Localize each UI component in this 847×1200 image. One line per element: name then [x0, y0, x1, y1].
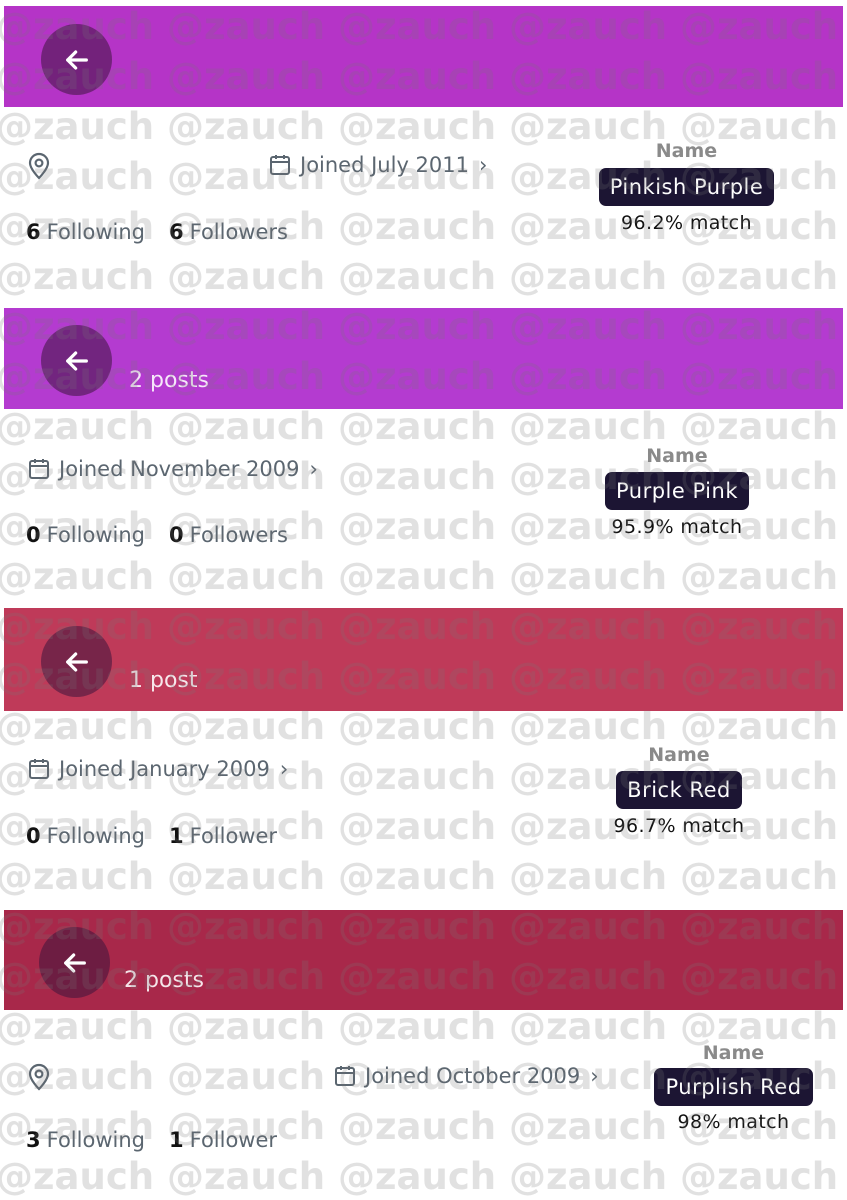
- color-name-card: Name Pinkish Purple 96.2% match: [584, 140, 789, 234]
- profile-body: Joined January 2009 › 0 Following 1 Followe…: [0, 711, 847, 910]
- calendar-icon: [29, 759, 49, 779]
- followers-label: Followers: [189, 523, 288, 547]
- back-button[interactable]: [41, 24, 112, 95]
- arrow-left-icon: [65, 651, 88, 672]
- follow-stats: 0 Following 0 Followers: [26, 523, 288, 547]
- followers-count: 1: [168, 1128, 184, 1152]
- color-name-badge: Purplish Red: [654, 1068, 813, 1106]
- posts-count: 2 posts: [124, 968, 204, 993]
- following-count: 0: [26, 824, 41, 848]
- profile-body: Joined July 2011 › 6 Following 6 Followers …: [0, 107, 847, 306]
- joined-date[interactable]: Joined November 2009 ›: [27, 457, 318, 481]
- color-name-card: Name Brick Red 96.7% match: [590, 744, 768, 837]
- following-label: Following: [46, 824, 145, 848]
- color-name-badge: Brick Red: [616, 771, 742, 809]
- profile-body: Joined November 2009 › 0 Following 0 Follow…: [0, 409, 847, 608]
- match-percent: 96.2% match: [621, 212, 752, 234]
- posts-count: 2 posts: [129, 368, 209, 393]
- following-link[interactable]: 3 Following: [26, 1128, 145, 1152]
- followers-label: Follower: [189, 824, 278, 848]
- following-count: 0: [26, 523, 41, 547]
- following-label: Following: [46, 523, 145, 547]
- following-label: Following: [46, 220, 145, 244]
- name-label: Name: [702, 1042, 765, 1064]
- header-bar: 2 posts: [4, 910, 843, 1010]
- back-button[interactable]: [41, 626, 112, 697]
- followers-count: 0: [168, 523, 184, 547]
- joined-text: Joined July 2011: [300, 153, 469, 177]
- calendar-icon: [29, 459, 49, 479]
- back-button[interactable]: [39, 927, 110, 998]
- joined-text: Joined October 2009: [365, 1064, 581, 1088]
- followers-count: 6: [168, 220, 184, 244]
- following-count: 3: [26, 1128, 41, 1152]
- following-label: Following: [46, 1128, 145, 1152]
- followers-label: Followers: [189, 220, 288, 244]
- followers-link[interactable]: 1 Follower: [169, 1128, 277, 1152]
- arrow-left-icon: [65, 49, 88, 70]
- name-label: Name: [655, 140, 718, 162]
- follow-stats: 6 Following 6 Followers: [26, 220, 288, 244]
- location-pin-icon: [28, 1063, 50, 1091]
- follow-stats: 3 Following 1 Follower: [26, 1128, 277, 1152]
- name-label: Name: [646, 445, 708, 467]
- joined-text: Joined January 2009: [59, 757, 270, 781]
- match-percent: 96.7% match: [613, 815, 745, 837]
- back-button[interactable]: [41, 325, 112, 396]
- joined-text: Joined November 2009: [59, 457, 300, 481]
- header-bar: 2 posts: [4, 308, 843, 409]
- followers-count: 1: [168, 824, 184, 848]
- followers-link[interactable]: 0 Followers: [169, 523, 288, 547]
- color-name-card: Name Purple Pink 95.9% match: [577, 445, 777, 538]
- arrow-left-icon: [63, 952, 86, 973]
- posts-count: 1 post: [129, 668, 198, 693]
- color-name-badge: Pinkish Purple: [598, 168, 775, 206]
- chevron-right-icon: ›: [479, 153, 488, 177]
- joined-date[interactable]: Joined July 2011 ›: [268, 153, 487, 177]
- joined-date[interactable]: Joined January 2009 ›: [27, 757, 288, 781]
- following-link[interactable]: 0 Following: [26, 523, 145, 547]
- location-pin-icon: [28, 152, 50, 180]
- follow-stats: 0 Following 1 Follower: [26, 824, 277, 848]
- arrow-left-icon: [65, 350, 88, 371]
- match-percent: 95.9% match: [611, 516, 743, 538]
- header-bar: [4, 6, 843, 107]
- following-count: 6: [26, 220, 41, 244]
- joined-date[interactable]: Joined October 2009 ›: [333, 1064, 599, 1088]
- color-name-badge: Purple Pink: [604, 472, 749, 510]
- chevron-right-icon: ›: [279, 757, 289, 781]
- calendar-icon: [270, 155, 290, 175]
- followers-link[interactable]: 6 Followers: [169, 220, 288, 244]
- following-link[interactable]: 0 Following: [26, 824, 145, 848]
- following-link[interactable]: 6 Following: [26, 220, 145, 244]
- calendar-icon: [335, 1066, 355, 1086]
- color-name-card: Name Purplish Red 98% match: [641, 1042, 826, 1133]
- chevron-right-icon: ›: [590, 1064, 599, 1088]
- followers-link[interactable]: 1 Follower: [169, 824, 277, 848]
- chevron-right-icon: ›: [309, 457, 318, 481]
- followers-label: Follower: [189, 1128, 278, 1152]
- match-percent: 98% match: [677, 1111, 790, 1133]
- header-bar: 1 post: [4, 608, 843, 711]
- name-label: Name: [648, 744, 710, 766]
- profile-body: Joined October 2009 › 3 Following 1 Followe…: [0, 1010, 847, 1200]
